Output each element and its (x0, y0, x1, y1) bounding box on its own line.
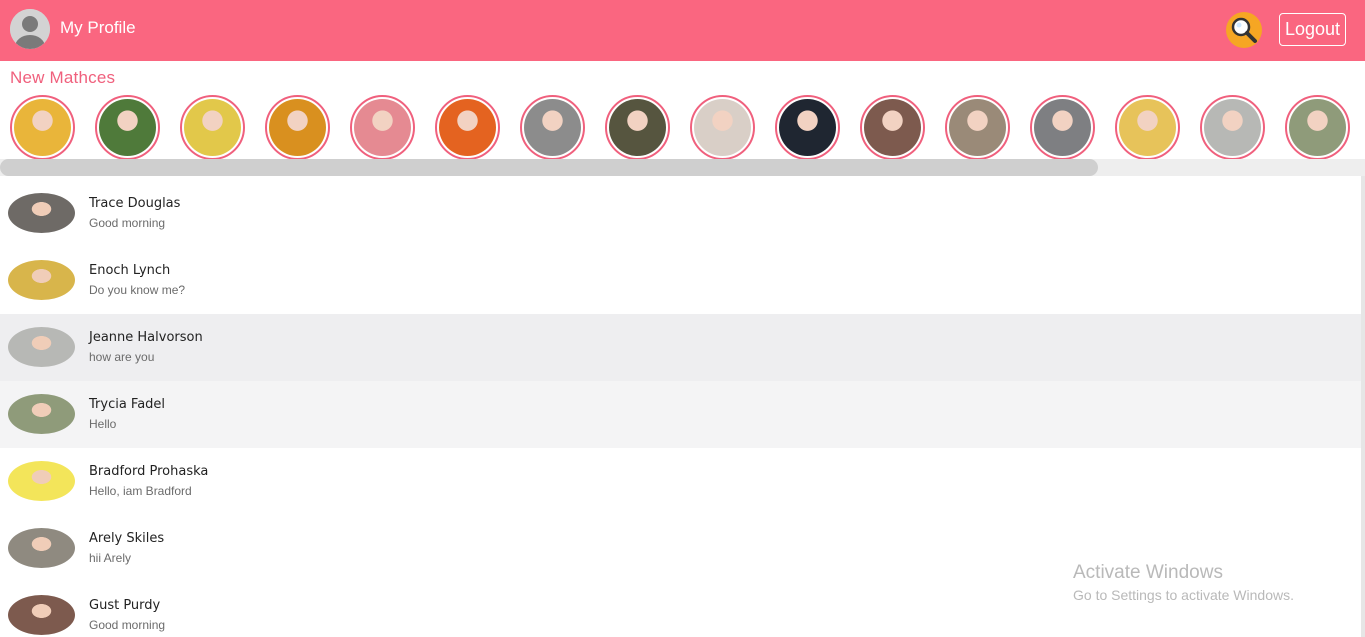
match-photo-icon (269, 99, 326, 156)
match-avatar[interactable] (690, 95, 755, 160)
match-photo-icon (694, 99, 751, 156)
match-photo-icon (1204, 99, 1261, 156)
chat-avatar-icon (8, 260, 75, 300)
chat-last-message: how are you (89, 350, 155, 364)
chat-contact-name: Bradford Prohaska (89, 464, 209, 479)
search-button[interactable] (1226, 12, 1262, 48)
chat-last-message: hii Arely (89, 551, 132, 565)
match-avatar[interactable] (10, 95, 75, 160)
activate-windows-title: Activate Windows (1073, 562, 1223, 583)
new-matches-heading: New Mathces (10, 68, 116, 87)
match-photo-icon (779, 99, 836, 156)
match-avatar[interactable] (180, 95, 245, 160)
match-photo-icon (14, 99, 71, 156)
match-avatar[interactable] (350, 95, 415, 160)
match-avatar[interactable] (1200, 95, 1265, 160)
vertical-scrollbar[interactable] (1361, 176, 1365, 637)
chat-last-message: Good morning (89, 216, 166, 230)
match-avatar[interactable] (1030, 95, 1095, 160)
match-avatar[interactable] (1285, 95, 1350, 160)
top-nav-bar: My Profile Logout (0, 0, 1365, 61)
match-avatar[interactable] (95, 95, 160, 160)
match-avatar[interactable] (435, 95, 500, 160)
activate-windows-subtitle: Go to Settings to activate Windows. (1073, 587, 1294, 603)
horizontal-scrollbar-thumb[interactable] (0, 159, 1098, 176)
my-profile-link[interactable]: My Profile (60, 18, 136, 38)
match-photo-icon (99, 99, 156, 156)
chat-row[interactable]: Trycia Fadel Hello (0, 381, 1362, 448)
match-photo-icon (949, 99, 1006, 156)
chat-avatar-icon (8, 327, 75, 367)
profile-avatar-icon[interactable] (10, 9, 50, 49)
chat-last-message: Do you know me? (89, 283, 186, 297)
match-avatar[interactable] (265, 95, 330, 160)
chat-row[interactable]: Trace Douglas Good morning (0, 180, 1362, 247)
chat-contact-name: Gust Purdy (89, 598, 161, 613)
new-matches-carousel (0, 95, 1365, 161)
match-avatar[interactable] (775, 95, 840, 160)
match-avatar[interactable] (945, 95, 1010, 160)
match-avatar[interactable] (605, 95, 670, 160)
chat-row[interactable]: Bradford Prohaska Hello, iam Bradford (0, 448, 1362, 515)
match-avatar[interactable] (1115, 95, 1180, 160)
search-icon (1231, 17, 1257, 43)
match-photo-icon (609, 99, 666, 156)
match-photo-icon (439, 99, 496, 156)
logout-button[interactable]: Logout (1279, 13, 1346, 46)
chat-last-message: Hello, iam Bradford (89, 484, 192, 498)
match-photo-icon (524, 99, 581, 156)
chat-avatar-icon (8, 394, 75, 434)
chat-avatar-icon (8, 595, 75, 635)
match-photo-icon (864, 99, 921, 156)
match-photo-icon (1034, 99, 1091, 156)
chat-contact-name: Trycia Fadel (89, 397, 166, 412)
chat-contact-name: Trace Douglas (89, 196, 181, 211)
chat-last-message: Good morning (89, 618, 166, 632)
chat-contact-name: Enoch Lynch (89, 263, 171, 278)
chat-avatar-icon (8, 461, 75, 501)
chat-row[interactable]: Jeanne Halvorson how are you (0, 314, 1362, 381)
chat-avatar-icon (8, 528, 75, 568)
match-photo-icon (1119, 99, 1176, 156)
chat-avatar-icon (8, 193, 75, 233)
match-avatar[interactable] (520, 95, 585, 160)
chat-last-message: Hello (89, 417, 117, 431)
match-avatar[interactable] (860, 95, 925, 160)
chat-contact-name: Arely Skiles (89, 531, 165, 546)
match-photo-icon (354, 99, 411, 156)
chat-row[interactable]: Enoch Lynch Do you know me? (0, 247, 1362, 314)
match-photo-icon (1289, 99, 1346, 156)
chat-contact-name: Jeanne Halvorson (89, 330, 203, 345)
match-photo-icon (184, 99, 241, 156)
